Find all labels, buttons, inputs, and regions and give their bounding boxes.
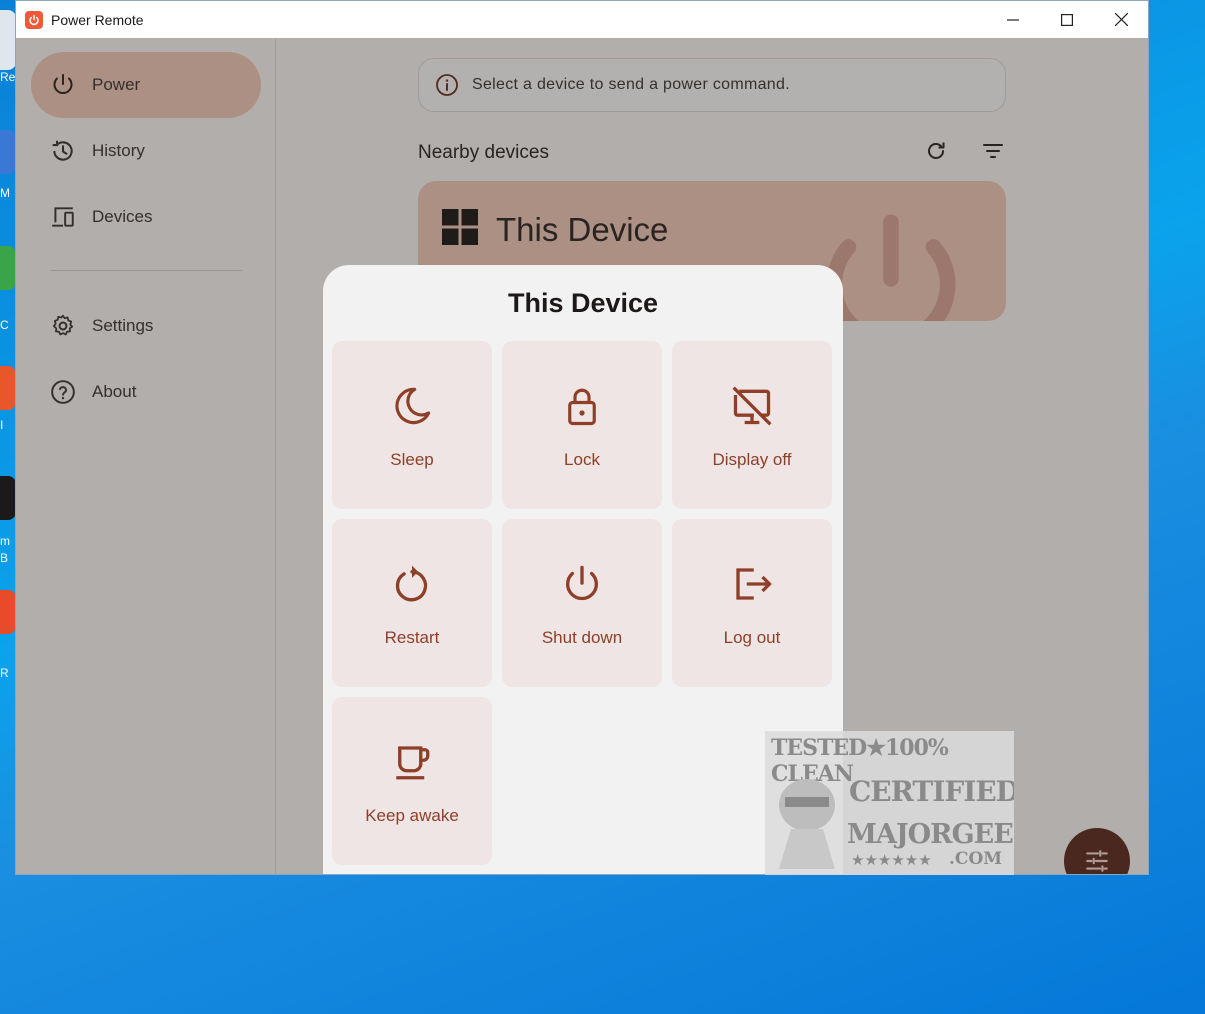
action-label: Restart	[384, 628, 440, 647]
action-label: Sleep	[390, 450, 434, 469]
action-label: Log out	[723, 628, 781, 647]
lock-button[interactable]: Lock	[502, 341, 662, 509]
shut-down-button[interactable]: Shut down	[502, 519, 662, 687]
minimize-button[interactable]	[986, 1, 1040, 38]
window-controls	[986, 1, 1148, 38]
coffee-icon	[390, 740, 434, 784]
desktop-icon[interactable]	[0, 246, 16, 290]
desktop-icon[interactable]	[0, 590, 16, 634]
desktop-icon-label: R	[0, 666, 9, 680]
desktop-icon[interactable]	[0, 130, 16, 174]
app-logo-icon	[25, 10, 43, 29]
close-icon	[1114, 13, 1128, 26]
action-label: Display off	[712, 450, 792, 469]
log-out-button[interactable]: Log out	[672, 519, 832, 687]
desktop-icon[interactable]	[0, 10, 16, 70]
watermark-line: CERTIFIED	[849, 775, 1014, 808]
logout-icon	[730, 562, 774, 606]
restart-button[interactable]: Restart	[332, 519, 492, 687]
dialog-title: This Device	[507, 288, 659, 318]
desktop-icon-label: C	[0, 318, 9, 332]
sleep-button[interactable]: Sleep	[332, 341, 492, 509]
desktop-icon-label: m	[0, 534, 10, 548]
action-label: Shut down	[541, 628, 623, 647]
watermark-line: MAJORGEEKS	[847, 819, 1014, 850]
power-icon	[560, 562, 604, 606]
minimize-icon	[1007, 18, 1019, 21]
mascot-image	[779, 779, 835, 869]
moon-icon	[390, 384, 434, 428]
maximize-icon	[1061, 13, 1073, 26]
action-label: Lock	[564, 450, 600, 469]
restart-icon	[390, 562, 434, 606]
lock-icon	[560, 384, 604, 428]
title-bar[interactable]: Power Remote	[16, 1, 1148, 38]
close-button[interactable]	[1094, 1, 1148, 38]
watermark-line: .COM	[949, 849, 1003, 869]
desktop-icon[interactable]	[0, 366, 16, 410]
desktop-icon-label: Re	[0, 70, 16, 84]
action-label: Keep awake	[365, 806, 459, 825]
display-off-icon	[730, 384, 774, 428]
desktop-icon-label: B	[0, 551, 9, 565]
keep-awake-button[interactable]: Keep awake	[332, 697, 492, 865]
majorgeeks-watermark: TESTED★100% CLEAN CERTIFIED MAJORGEEKS ★…	[765, 731, 1014, 875]
desktop-icon[interactable]	[0, 476, 16, 520]
desktop-icon-label: M	[0, 186, 10, 200]
desktop-icon-label: I	[0, 418, 4, 432]
watermark-line: ★★★★★★	[851, 851, 932, 869]
window-title: Power Remote	[51, 11, 144, 28]
maximize-button[interactable]	[1040, 1, 1094, 38]
display-off-button[interactable]: Display off	[672, 341, 832, 509]
